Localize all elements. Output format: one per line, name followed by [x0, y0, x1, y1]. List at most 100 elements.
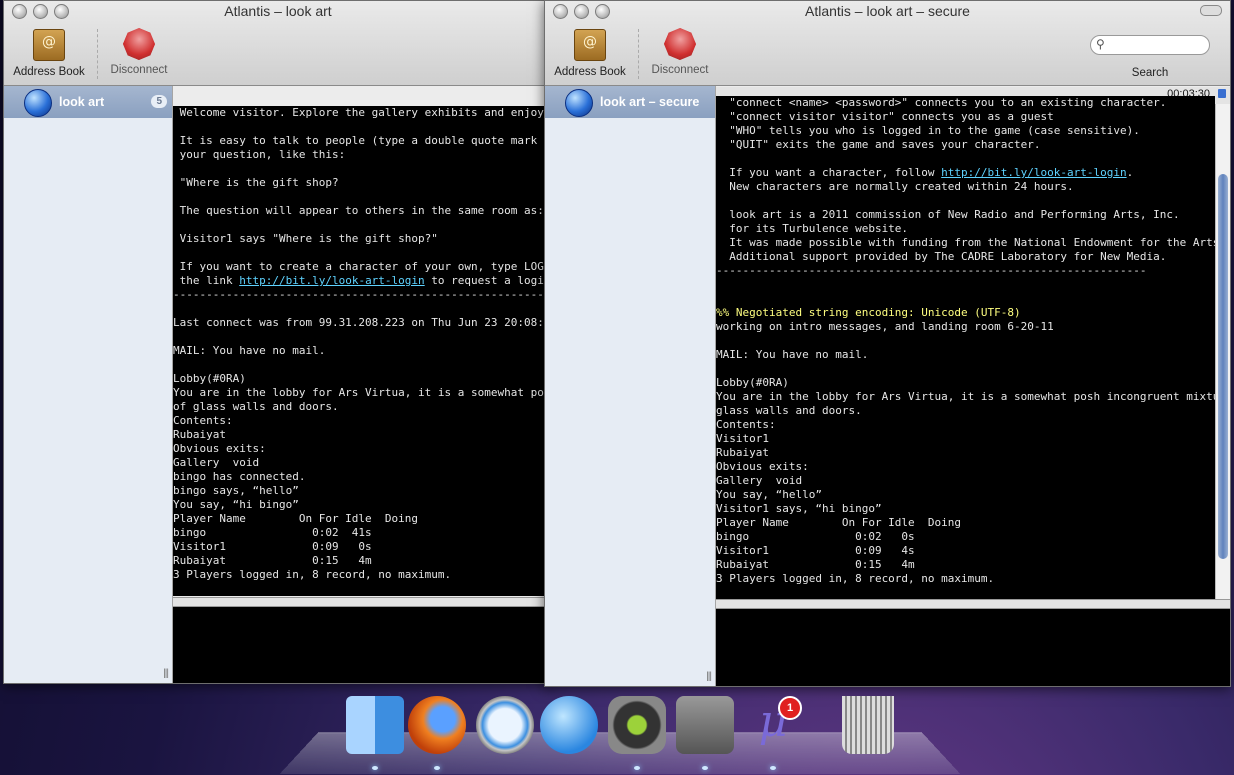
left-window: Atlantis – look art Address Book Disconn… — [3, 0, 553, 684]
terminal-line: look art is a 2011 commission of New Rad… — [716, 208, 1180, 221]
terminal-line: %% Negotiated string encoding: Unicode (… — [716, 306, 1021, 319]
terminal-line: You are in the lobby for Ars Virtua, it … — [716, 390, 1215, 403]
terminal-line: "WHO" tells you who is logged in to the … — [716, 124, 1140, 137]
disconnect-button[interactable]: Disconnect — [635, 29, 725, 76]
address-book-icon — [33, 29, 65, 61]
sidebar-item-label: look art — [59, 95, 105, 109]
terminal-line: Welcome visitor. Explore the gallery exh… — [173, 106, 552, 119]
right-window: Atlantis – look art – secure Address Boo… — [544, 0, 1231, 687]
terminal-line: Gallery void — [716, 474, 803, 487]
search-field[interactable]: ⚲ — [1090, 35, 1210, 55]
running-indicator — [770, 766, 776, 770]
terminal-line: bingo 0:02 41s — [173, 526, 372, 539]
stop-icon — [119, 24, 158, 63]
globe-icon — [565, 89, 593, 117]
terminal-line: If you want to create a character of you… — [173, 260, 552, 273]
terminal-line: Rubaiyat 0:15 4m — [173, 554, 372, 567]
sidebar-item-look-art-secure[interactable]: look art – secure — [545, 86, 715, 118]
terminal-line: Lobby(#0RA) — [716, 376, 789, 389]
globe-icon — [24, 89, 52, 117]
address-book-icon — [574, 29, 606, 61]
sidebar-resize-grip[interactable]: ||| — [706, 671, 712, 682]
utorrent-icon[interactable]: μ 1 — [744, 696, 802, 754]
left-titlebar: Atlantis – look art Address Book Disconn… — [4, 1, 552, 86]
terminal-line: bingo 0:02 0s — [716, 530, 915, 543]
terminal-line: Visitor1 0:09 0s — [173, 540, 372, 553]
terminal-line: You say, “hi bingo” — [173, 498, 299, 511]
trash-icon[interactable] — [842, 696, 894, 754]
disconnect-label: Disconnect — [110, 64, 168, 76]
terminal-line: "connect visitor visitor" connects you a… — [716, 110, 1054, 123]
left-split-divider[interactable] — [173, 597, 552, 607]
terminal-line: Player Name On For Idle Doing — [716, 516, 962, 529]
running-indicator — [434, 766, 440, 770]
terminal-line: The question will appear to others in th… — [173, 204, 544, 217]
terminal-line: 3 Players logged in, 8 record, no maximu… — [716, 572, 995, 585]
steam-icon[interactable] — [676, 696, 734, 754]
terminal-line: Last connect was from 99.31.208.223 on T… — [173, 316, 552, 329]
terminal-line: the link http://bit.ly/look-art-login to… — [173, 274, 552, 287]
terminal-line: for its Turbulence website. — [716, 222, 909, 235]
sidebar-resize-grip[interactable]: ||| — [163, 668, 169, 679]
terminal-line: Gallery void — [173, 456, 260, 469]
growl-icon[interactable] — [608, 696, 666, 754]
right-sidebar: look art – secure ||| — [545, 86, 716, 686]
sidebar-item-look-art[interactable]: look art 5 — [4, 86, 172, 118]
running-indicator — [702, 766, 708, 770]
terminal-line: Rubaiyat 0:15 4m — [716, 558, 915, 571]
left-sidebar: look art 5 ||| — [4, 86, 173, 683]
right-scrollbar[interactable] — [1215, 104, 1230, 599]
terminal-line: Obvious exits: — [716, 460, 809, 473]
terminal-line: Player Name On For Idle Doing — [173, 512, 419, 525]
terminal-line: 3 Players logged in, 8 record, no maximu… — [173, 568, 452, 581]
left-command-input[interactable] — [173, 607, 552, 683]
terminal-line: It was made possible with funding from t… — [716, 236, 1215, 249]
terminal-line: bingo says, “hello” — [173, 484, 299, 497]
address-book-button[interactable]: Address Book — [545, 29, 635, 78]
running-indicator — [634, 766, 640, 770]
terminal-line: MAIL: You have no mail. — [173, 344, 326, 357]
right-command-input[interactable] — [716, 609, 1230, 686]
unread-badge: 5 — [151, 95, 167, 108]
address-book-label: Address Book — [554, 66, 626, 78]
terminal-line: If you want a character, follow http://b… — [716, 166, 1134, 179]
scrollbar-thumb[interactable] — [1218, 174, 1228, 559]
terminal-line: Visitor1 says, “hi bingo” — [716, 502, 882, 515]
stop-icon — [660, 24, 699, 63]
sidebar-item-label: look art – secure — [600, 95, 700, 109]
login-link[interactable]: http://bit.ly/look-art-login — [239, 274, 424, 287]
terminal-line: MAIL: You have no mail. — [716, 348, 869, 361]
terminal-line: Visitor1 0:09 4s — [716, 544, 915, 557]
terminal-line: "Where is the gift shop? — [173, 176, 339, 189]
terminal-line: glass walls and doors. — [716, 404, 862, 417]
running-indicator — [372, 766, 378, 770]
terminal-line: Obvious exits: — [173, 442, 266, 455]
right-split-divider[interactable] — [716, 599, 1230, 609]
terminal-line: "QUIT" exits the game and saves your cha… — [716, 138, 1041, 151]
window-title: Atlantis – look art – secure — [805, 3, 970, 19]
safari-icon[interactable] — [476, 696, 534, 754]
login-link[interactable]: http://bit.ly/look-art-login — [941, 166, 1126, 179]
finder-icon[interactable] — [346, 696, 404, 754]
terminal-line: your question, like this: — [173, 148, 346, 161]
address-book-button[interactable]: Address Book — [4, 29, 94, 78]
firefox-icon[interactable] — [408, 696, 466, 754]
disconnect-button[interactable]: Disconnect — [94, 29, 184, 76]
window-title: Atlantis – look art — [224, 3, 332, 19]
terminal-line: Rubaiyat — [716, 446, 769, 459]
terminal-line: Lobby(#0RA) — [173, 372, 246, 385]
terminal-line: You say, “hello” — [716, 488, 822, 501]
terminal-line: Contents: — [716, 418, 776, 431]
terminal-line: Visitor1 — [716, 432, 769, 445]
ichat-icon[interactable] — [540, 696, 598, 754]
